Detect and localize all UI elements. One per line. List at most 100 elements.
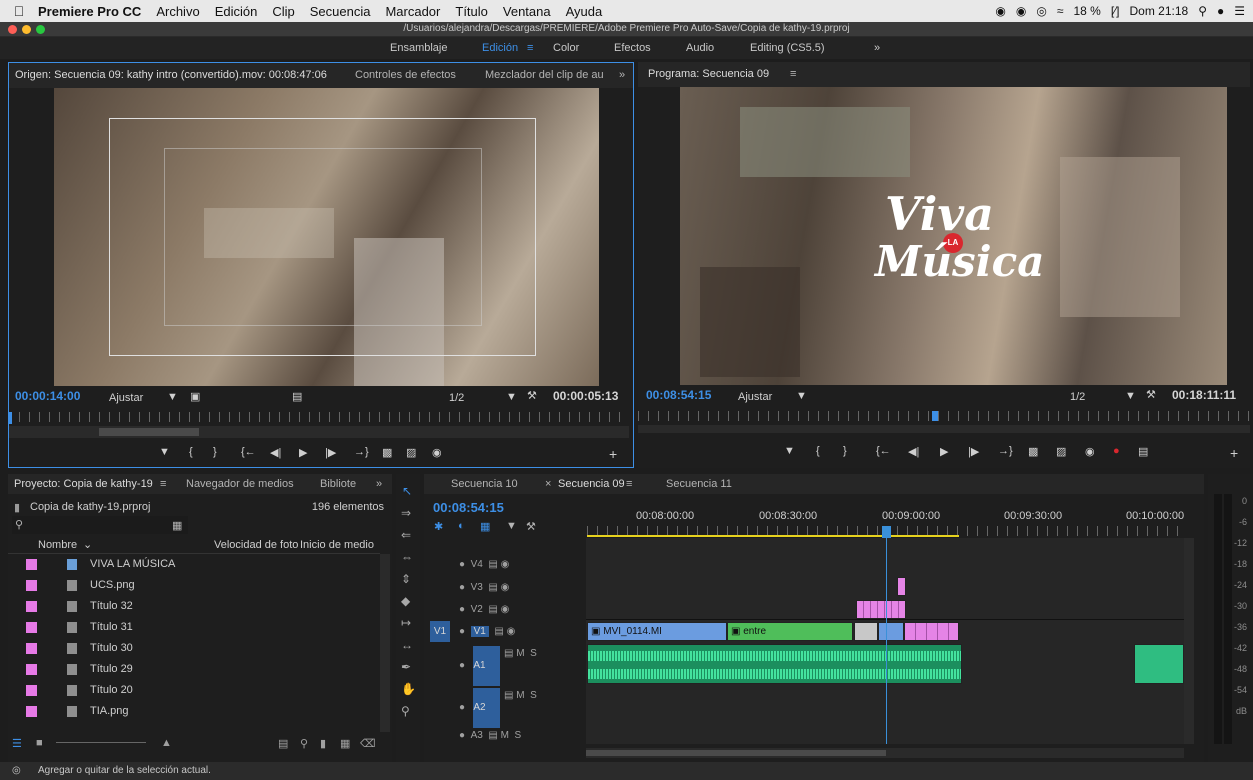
- go-to-in-icon[interactable]: {←: [876, 445, 891, 457]
- eye-icon[interactable]: ◉: [501, 604, 510, 615]
- zoom-icon[interactable]: ⚲: [401, 704, 410, 718]
- mark-in-icon[interactable]: {: [189, 446, 193, 458]
- icon-view-icon[interactable]: ■: [36, 737, 43, 749]
- program-timecode[interactable]: 00:08:54:15: [646, 388, 711, 402]
- sync-icon[interactable]: ▤: [488, 604, 497, 615]
- rolling-edit-icon[interactable]: ⇔: [401, 550, 413, 564]
- list-item[interactable]: Título 32: [8, 596, 380, 617]
- slide-icon[interactable]: ↔: [401, 638, 413, 652]
- clip-title[interactable]: [897, 577, 906, 596]
- menu-archivo[interactable]: Archivo: [156, 4, 199, 19]
- tab-effect-controls[interactable]: Controles de efectos: [355, 69, 475, 81]
- new-item-icon[interactable]: ▦: [340, 737, 350, 750]
- timeline-h-scrollbar[interactable]: [586, 748, 1184, 758]
- lock-icon[interactable]: ●: [459, 660, 465, 671]
- lock-icon[interactable]: ●: [459, 702, 465, 713]
- settings-small-icon[interactable]: ▣: [190, 390, 200, 403]
- workspace-menu-icon[interactable]: ≡: [527, 42, 533, 54]
- playhead[interactable]: [882, 526, 891, 538]
- source-time-ruler[interactable]: [9, 412, 629, 422]
- eye-icon[interactable]: ◉: [501, 559, 510, 570]
- list-item[interactable]: Título 29: [8, 659, 380, 680]
- status-icon-2[interactable]: ◉: [1016, 4, 1026, 18]
- menu-clip[interactable]: Clip: [272, 4, 294, 19]
- apple-icon[interactable]: : [0, 3, 38, 19]
- track-v4[interactable]: ● V4 ▤ ◉: [459, 559, 509, 570]
- tab-media-browser[interactable]: Navegador de medios: [186, 478, 294, 490]
- tab-menu-icon[interactable]: ≡: [626, 478, 632, 490]
- audio-clip-a1-2[interactable]: [1134, 644, 1184, 684]
- lock-icon[interactable]: ●: [459, 582, 465, 593]
- tab-source[interactable]: Origen: Secuencia 09: kathy intro (conve…: [15, 69, 345, 81]
- nest-icon[interactable]: ▦: [480, 520, 490, 533]
- eye-icon[interactable]: ◉: [501, 582, 510, 593]
- clock[interactable]: Dom 21:18: [1129, 4, 1188, 18]
- track-a2[interactable]: ● A2: [459, 702, 486, 713]
- list-item[interactable]: VIVA LA MÚSICA: [8, 554, 380, 575]
- workspace-edicion[interactable]: Edición: [482, 42, 518, 54]
- col-name[interactable]: Nombre: [38, 539, 77, 551]
- new-bin-icon[interactable]: ▦: [172, 519, 182, 532]
- timeline-timecode[interactable]: 00:08:54:15: [433, 500, 504, 515]
- extract-icon[interactable]: ▨: [1056, 445, 1066, 458]
- sync-icon[interactable]: ▤: [494, 626, 503, 637]
- mark-out-icon[interactable]: }: [843, 445, 847, 457]
- tab-program[interactable]: Programa: Secuencia 09: [648, 68, 769, 80]
- menu-app[interactable]: Premiere Pro CC: [38, 4, 141, 19]
- step-back-icon[interactable]: ◀|: [908, 445, 919, 458]
- audio-clip-a1[interactable]: [587, 644, 962, 684]
- notification-icon[interactable]: ☰: [1234, 4, 1245, 18]
- record-icon[interactable]: ●: [1113, 445, 1120, 457]
- marker-icon[interactable]: ▼: [506, 520, 517, 532]
- insert-icon[interactable]: ▩: [382, 446, 392, 459]
- fit-dropdown-icon[interactable]: ▼: [796, 390, 807, 402]
- camera-icon[interactable]: ◉: [1085, 445, 1095, 458]
- menu-ayuda[interactable]: Ayuda: [566, 4, 603, 19]
- tab-audio-clip-mixer[interactable]: Mezclador del clip de au: [485, 69, 603, 81]
- razor-icon[interactable]: ◆: [401, 594, 410, 608]
- zoom-slider[interactable]: [56, 735, 146, 743]
- source-patch-v1[interactable]: V1: [430, 621, 450, 642]
- menu-titulo[interactable]: Título: [455, 4, 488, 19]
- track-select-icon[interactable]: ⇒: [401, 506, 411, 520]
- clip-video[interactable]: ▣ MVI_0114.MI: [587, 622, 727, 641]
- sort-icons-icon[interactable]: ▲: [161, 737, 172, 749]
- source-video[interactable]: [54, 88, 599, 386]
- track-v2[interactable]: ● V2 ▤ ◉: [459, 604, 509, 615]
- lock-icon[interactable]: ●: [459, 626, 465, 637]
- sync-icon[interactable]: ▤: [488, 582, 497, 593]
- program-fit-select[interactable]: Ajustar: [738, 391, 772, 403]
- col-media-start[interactable]: Inicio de medio: [300, 539, 374, 551]
- tab-library[interactable]: Bibliote: [320, 478, 356, 490]
- program-time-ruler[interactable]: [638, 411, 1250, 421]
- step-forward-icon[interactable]: |▶: [325, 446, 336, 459]
- multicam-icon[interactable]: ▤: [1138, 445, 1148, 458]
- timeline-tracks[interactable]: [586, 538, 1184, 744]
- new-bin-icon[interactable]: ▮: [320, 737, 326, 750]
- add-marker-icon[interactable]: ▼: [159, 446, 170, 458]
- clip-grey[interactable]: [854, 622, 878, 641]
- menu-secuencia[interactable]: Secuencia: [310, 4, 371, 19]
- sync-icon[interactable]: ▤: [488, 559, 497, 570]
- resolution-dropdown-icon[interactable]: ▼: [506, 391, 517, 403]
- list-item[interactable]: Título 20: [8, 680, 380, 701]
- status-icon-1[interactable]: ◉: [995, 4, 1005, 18]
- wrench-icon[interactable]: ⚒: [1146, 388, 1156, 401]
- menu-ventana[interactable]: Ventana: [503, 4, 551, 19]
- source-playhead[interactable]: [9, 412, 12, 424]
- snap-icon[interactable]: ✱: [434, 520, 443, 533]
- workspace-color[interactable]: Color: [553, 42, 579, 54]
- wifi-icon[interactable]: ≈: [1057, 4, 1064, 18]
- program-playhead[interactable]: [932, 411, 938, 421]
- step-forward-icon[interactable]: |▶: [968, 445, 979, 458]
- play-icon[interactable]: ▶: [940, 445, 948, 458]
- track-v1[interactable]: ● V1 ▤ ◉: [459, 626, 515, 637]
- go-to-out-icon[interactable]: →}: [998, 445, 1013, 457]
- workspace-more-icon[interactable]: »: [874, 42, 880, 54]
- lock-icon[interactable]: ●: [459, 559, 465, 570]
- battery-icon[interactable]: [⁄]: [1111, 4, 1120, 18]
- go-to-out-icon[interactable]: →}: [354, 446, 369, 458]
- siri-icon[interactable]: ●: [1217, 4, 1224, 18]
- clip-green[interactable]: ▣ entre: [727, 622, 853, 641]
- source-fit-select[interactable]: Ajustar: [109, 392, 143, 404]
